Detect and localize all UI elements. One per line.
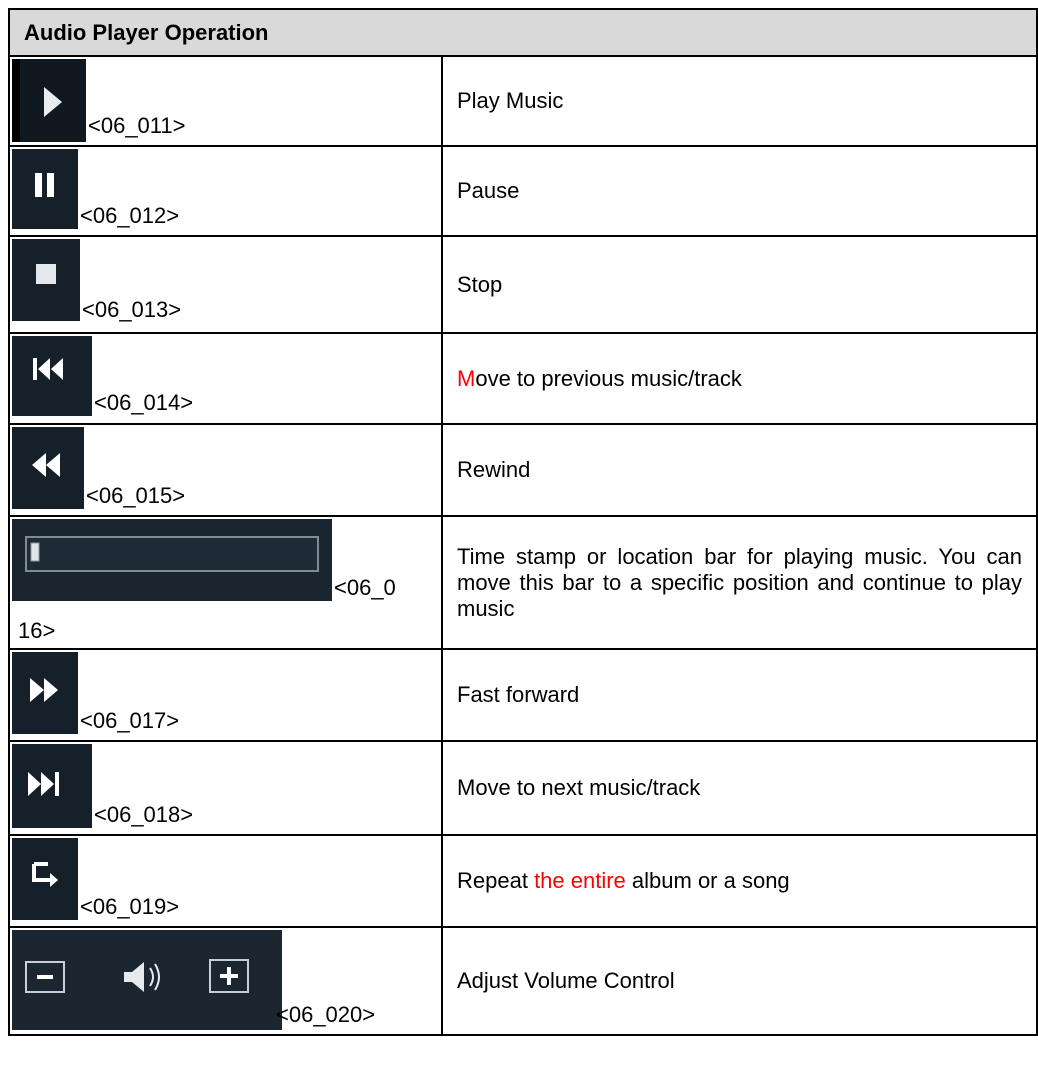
table-header: Audio Player Operation bbox=[8, 8, 1038, 57]
description: Move to next music/track bbox=[441, 740, 1038, 836]
image-code: <06_012> bbox=[80, 203, 180, 228]
highlighted-text: M bbox=[457, 365, 476, 391]
pause-icon bbox=[12, 149, 78, 229]
table-row: <06_013> Stop bbox=[8, 235, 1038, 334]
description: Pause bbox=[441, 145, 1038, 237]
stop-icon bbox=[12, 239, 80, 321]
table-row: <06_018> Move to next music/track bbox=[8, 740, 1038, 836]
image-code: <06_017> bbox=[80, 708, 180, 733]
image-code: <06_011> bbox=[88, 113, 186, 138]
image-code: <06_019> bbox=[80, 894, 180, 919]
audio-player-operation-table: Audio Player Operation <06_011> Play Mus… bbox=[8, 8, 1038, 1036]
image-code: <06_015> bbox=[86, 483, 186, 508]
table-row: <06_019> Repeat the entire album or a so… bbox=[8, 834, 1038, 928]
description: Stop bbox=[441, 235, 1038, 334]
image-code: <06_0 bbox=[334, 575, 396, 600]
image-code: <06_013> bbox=[82, 297, 182, 322]
description: Move to previous music/track bbox=[441, 332, 1038, 425]
repeat-icon bbox=[12, 838, 78, 920]
image-code: <06_020> bbox=[276, 1002, 376, 1027]
table-row: <06_012> Pause bbox=[8, 145, 1038, 237]
table-row: <06_014> Move to previous music/track bbox=[8, 332, 1038, 425]
highlighted-text: the entire bbox=[534, 868, 626, 893]
image-code: 16> bbox=[18, 618, 56, 643]
table-row: <06_020> Adjust Volume Control bbox=[8, 926, 1038, 1036]
play-icon bbox=[12, 59, 86, 142]
description: Rewind bbox=[441, 423, 1038, 517]
description: Time stamp or location bar for playing m… bbox=[441, 515, 1038, 650]
volume-control-icon bbox=[12, 930, 282, 1030]
image-code: <06_018> bbox=[94, 802, 194, 827]
location-bar-icon bbox=[12, 519, 332, 601]
previous-track-icon bbox=[12, 336, 92, 416]
fast-forward-icon bbox=[12, 652, 78, 734]
table-row: <06_0 16> Time stamp or location bar for… bbox=[8, 515, 1038, 650]
table-row: <06_015> Rewind bbox=[8, 423, 1038, 517]
description: Repeat the entire album or a song bbox=[441, 834, 1038, 928]
image-code: <06_014> bbox=[94, 390, 194, 415]
rewind-icon bbox=[12, 427, 84, 509]
table-row: <06_017> Fast forward bbox=[8, 648, 1038, 742]
table-row: <06_011> Play Music bbox=[8, 55, 1038, 147]
description: Fast forward bbox=[441, 648, 1038, 742]
description: Adjust Volume Control bbox=[441, 926, 1038, 1036]
next-track-icon bbox=[12, 744, 92, 828]
description: Play Music bbox=[441, 55, 1038, 147]
